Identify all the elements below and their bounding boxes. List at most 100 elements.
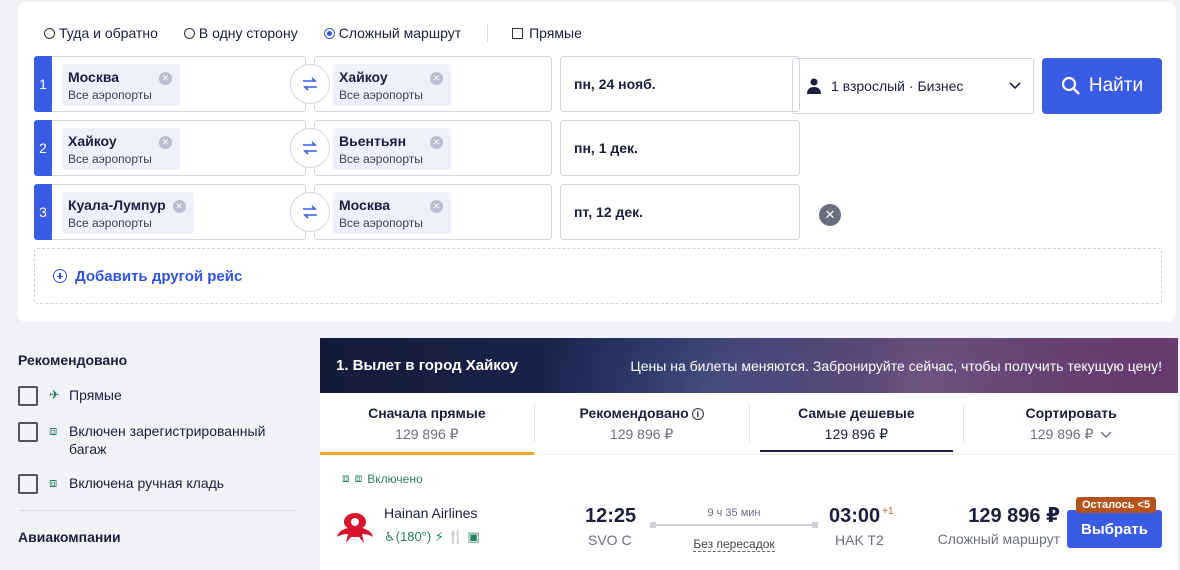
- filter-label: Включена ручная кладь: [69, 475, 225, 491]
- filter-hand-luggage[interactable]: ⧈ Включена ручная кладь: [18, 474, 296, 494]
- direct-checkbox[interactable]: Прямые: [512, 25, 582, 41]
- swap-icon: [303, 205, 317, 219]
- arrival-airport: HAK T2: [835, 532, 884, 548]
- origin-field[interactable]: Москва Все аэропорты ✕: [52, 56, 306, 112]
- search-icon: [1061, 76, 1080, 95]
- banner-note: Цены на билеты меняются. Забронируйте се…: [630, 357, 1162, 374]
- add-flight-button[interactable]: Добавить другой рейс: [34, 248, 1162, 304]
- entertainment-icon: ▣: [463, 529, 480, 544]
- clear-icon[interactable]: ✕: [429, 200, 443, 213]
- results-banner: 1. Вылет в город Хайкоу Цены на билеты м…: [320, 338, 1178, 393]
- add-flight-label: Добавить другой рейс: [75, 267, 243, 285]
- destination-airports: Все аэропорты: [339, 152, 423, 166]
- included-badge: ⧈ ⧈ Включено: [342, 471, 423, 486]
- included-label: Включено: [367, 471, 423, 486]
- origin-airports: Все аэропорты: [68, 216, 152, 230]
- filter-section-title: Авиакомпании: [18, 529, 121, 545]
- price-note: Сложный маршрут: [937, 531, 1060, 547]
- destination-field[interactable]: Хайкоу Все аэропорты ✕: [314, 56, 552, 112]
- tab-sort[interactable]: Сортировать 129 896 ₽: [964, 393, 1178, 454]
- plus-circle-icon: [53, 269, 67, 283]
- swap-button[interactable]: [290, 64, 330, 104]
- chevron-down-icon: [1100, 431, 1112, 439]
- origin-airports: Все аэропорты: [68, 152, 152, 166]
- checkbox-icon: [512, 27, 524, 39]
- person-icon: [807, 78, 821, 94]
- filters-panel: Рекомендовано ✈ Прямые ⧈ Включен зарегис…: [18, 352, 296, 545]
- ticket-card[interactable]: ⧈ ⧈ Включено Hainan Airlines ♿(180°) ⚡ 🍴…: [320, 455, 1178, 569]
- day-offset: +1: [882, 506, 894, 518]
- clear-icon[interactable]: ✕: [429, 136, 443, 149]
- radio-label: Сложный маршрут: [338, 25, 462, 41]
- sort-tabs: Сначала прямые 129 896 ₽ Рекомендовано i …: [320, 393, 1178, 455]
- clear-icon[interactable]: ✕: [172, 200, 186, 213]
- select-button[interactable]: Выбрать: [1067, 510, 1162, 548]
- destination-chip: Москва Все аэропорты ✕: [333, 192, 451, 234]
- tab-direct-first[interactable]: Сначала прямые 129 896 ₽: [320, 393, 534, 455]
- meal-icon: 🍴: [447, 529, 464, 544]
- clear-icon[interactable]: ✕: [158, 72, 172, 85]
- plane-icon: ✈: [49, 387, 60, 402]
- destination-field[interactable]: Вьентьян Все аэропорты ✕: [314, 120, 552, 176]
- info-icon[interactable]: i: [691, 408, 704, 420]
- origin-city: Москва: [68, 69, 120, 85]
- origin-field[interactable]: Хайкоу Все аэропорты ✕: [52, 120, 306, 176]
- departure-airport: SVO C: [588, 532, 632, 548]
- passengers-selector[interactable]: 1 взрослый · Бизнес: [792, 58, 1034, 114]
- tab-cheapest[interactable]: Самые дешевые 129 896 ₽: [750, 393, 964, 454]
- route-line: [650, 522, 818, 528]
- radio-icon: [183, 27, 195, 39]
- tab-recommended[interactable]: Рекомендовано i 129 896 ₽: [535, 393, 749, 454]
- filter-section-title: Рекомендовано: [18, 352, 128, 368]
- tab-price: 129 896 ₽: [824, 426, 889, 442]
- destination-field[interactable]: Москва Все аэропорты ✕: [314, 184, 552, 240]
- hainan-airlines-logo: [337, 513, 373, 543]
- leg-number: 3: [34, 184, 52, 240]
- leg-number: 2: [34, 120, 52, 176]
- tab-price: 129 896 ₽: [609, 426, 674, 442]
- radio-multi-city[interactable]: Сложный маршрут: [323, 25, 462, 41]
- ticket-price: 129 896 ₽: [968, 505, 1060, 527]
- date-field[interactable]: пт, 12 дек.: [560, 184, 800, 240]
- tab-label: Сначала прямые: [368, 405, 486, 421]
- swap-button[interactable]: [290, 128, 330, 168]
- date-field[interactable]: пн, 1 дек.: [560, 120, 800, 176]
- origin-chip: Москва Все аэропорты ✕: [62, 64, 180, 106]
- filter-label: Прямые: [69, 387, 122, 403]
- destination-airports: Все аэропорты: [339, 88, 423, 102]
- checkbox[interactable]: [18, 422, 38, 442]
- search-button-label: Найти: [1088, 75, 1144, 96]
- date-field[interactable]: пн, 24 нояб.: [560, 56, 800, 112]
- remove-leg-icon[interactable]: ✕: [819, 204, 841, 226]
- swap-icon: [303, 141, 317, 155]
- origin-field[interactable]: Куала-Лумпур Все аэропорты ✕: [52, 184, 306, 240]
- destination-city: Вьентьян: [339, 133, 407, 149]
- checkbox[interactable]: [18, 386, 38, 406]
- radio-one-way[interactable]: В одну сторону: [183, 25, 298, 41]
- radio-label: Туда и обратно: [59, 25, 158, 41]
- bag-icon: ⧈: [49, 475, 58, 490]
- stops-info[interactable]: Без пересадок: [652, 537, 816, 552]
- results-panel: 1. Вылет в город Хайкоу Цены на билеты м…: [320, 338, 1178, 570]
- destination-city: Москва: [339, 197, 391, 213]
- origin-chip: Куала-Лумпур Все аэропорты ✕: [62, 192, 194, 234]
- swap-button[interactable]: [290, 192, 330, 232]
- bag-icon: ⧈: [354, 471, 363, 485]
- direct-label: Прямые: [529, 25, 582, 41]
- search-panel: Туда и обратно В одну сторону Сложный ма…: [18, 2, 1176, 322]
- amenities: ♿(180°) ⚡ 🍴 ▣: [384, 529, 480, 545]
- clear-icon[interactable]: ✕: [429, 72, 443, 85]
- seat-icon: ♿: [384, 529, 396, 544]
- passengers-label: 1 взрослый · Бизнес: [831, 78, 964, 94]
- tab-label-text: Рекомендовано: [579, 405, 689, 421]
- filter-checked-baggage[interactable]: ⧈ Включен зарегистрированный багаж: [18, 422, 296, 458]
- radio-round-trip[interactable]: Туда и обратно: [44, 25, 158, 41]
- clear-icon[interactable]: ✕: [158, 136, 172, 149]
- trip-type-selector: Туда и обратно В одну сторону Сложный ма…: [44, 24, 582, 42]
- checkbox[interactable]: [18, 474, 38, 494]
- search-button[interactable]: Найти: [1042, 58, 1162, 114]
- arrival-time-text: 03:00: [829, 505, 881, 527]
- destination-chip: Вьентьян Все аэропорты ✕: [333, 128, 451, 170]
- filter-direct[interactable]: ✈ Прямые: [18, 386, 296, 406]
- tab-label: Самые дешевые: [798, 405, 915, 421]
